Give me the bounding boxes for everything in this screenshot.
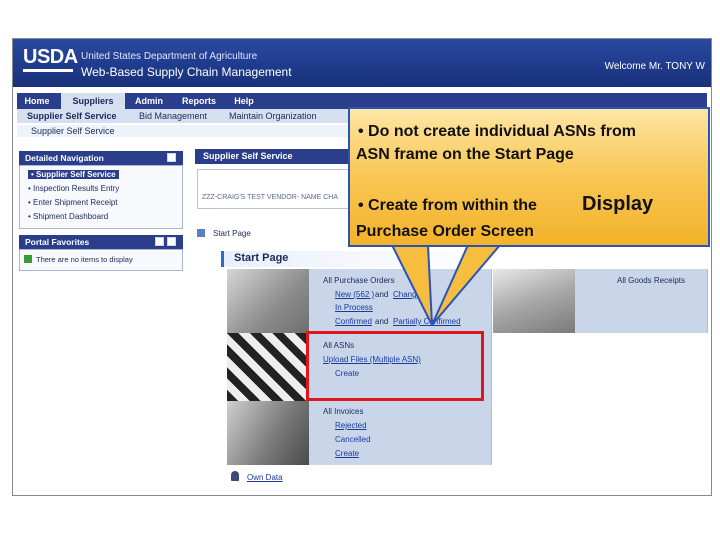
own-data-link[interactable]: Own Data — [247, 473, 283, 482]
and-text: and — [375, 317, 389, 326]
all-goods-receipts-link[interactable]: All Goods Receipts — [617, 276, 685, 285]
nav-item-label: Shipment Dashboard — [33, 212, 109, 221]
user-icon — [231, 471, 239, 481]
portal-favorites-title: Portal Favorites — [25, 237, 90, 247]
create-invoice-link[interactable]: Create — [335, 449, 359, 458]
callout-line-3b: Display — [582, 193, 654, 215]
left-panel: Detailed Navigation • Supplier Self Serv… — [19, 137, 183, 487]
in-process-link[interactable]: In Process — [335, 303, 373, 312]
nav-item-label: Inspection Results Entry — [33, 184, 120, 193]
department-name: United States Department of Agriculture — [81, 51, 258, 62]
confirmed-link[interactable]: Confirmed — [335, 317, 372, 326]
usda-logo-underline — [23, 69, 73, 72]
nav-item-enter-shipment-receipt[interactable]: • Enter Shipment Receipt — [28, 198, 118, 207]
asn-photo — [227, 333, 309, 401]
collapse-icon[interactable] — [167, 237, 176, 246]
changed-po-link[interactable]: Chang — [393, 290, 417, 299]
start-page-icon — [197, 229, 205, 237]
detailed-navigation-header: Detailed Navigation — [19, 151, 183, 165]
main-frame-title: Supplier Self Service — [203, 151, 293, 161]
rejected-link[interactable]: Rejected — [335, 421, 367, 430]
invoices-photo — [227, 401, 309, 465]
new-label: New — [335, 290, 352, 299]
page-title: Supplier Self Service — [31, 126, 115, 136]
portal-favorites-body: There are no items to display — [19, 249, 183, 271]
detailed-navigation-list: • Supplier Self Service • Inspection Res… — [19, 165, 183, 229]
subnav-bid-management[interactable]: Bid Management — [139, 109, 207, 123]
subnav-maintain-organization[interactable]: Maintain Organization — [229, 109, 317, 123]
tab-reports[interactable]: Reports — [173, 93, 225, 109]
detailed-navigation-title: Detailed Navigation — [25, 153, 104, 163]
welcome-text: Welcome Mr. TONY W — [604, 61, 705, 72]
start-page-title: Start Page — [234, 252, 289, 264]
all-invoices-link[interactable]: All Invoices — [323, 407, 363, 416]
nav-item-supplier-self-service[interactable]: • Supplier Self Service — [28, 170, 119, 179]
callout-line-1: • Do not create individual ASNs from — [358, 123, 636, 140]
cancelled-link[interactable]: Cancelled — [335, 435, 371, 444]
callout-line-2: ASN frame on the Start Page — [356, 146, 574, 163]
favorites-empty-text: There are no items to display — [36, 255, 133, 264]
all-purchase-orders-link[interactable]: All Purchase Orders — [323, 276, 395, 285]
asn-highlight-box — [306, 331, 484, 401]
usda-logo: USDA — [23, 46, 78, 68]
callout-box: • Do not create individual ASNs from ASN… — [348, 107, 710, 247]
nav-item-shipment-dashboard[interactable]: • Shipment Dashboard — [28, 212, 108, 221]
collapse-icon[interactable] — [167, 153, 176, 162]
breadcrumb[interactable]: Start Page — [213, 229, 251, 238]
tab-suppliers[interactable]: Suppliers — [61, 93, 125, 109]
tab-admin[interactable]: Admin — [127, 93, 171, 109]
tab-help[interactable]: Help — [227, 93, 261, 109]
new-count: (562 ) — [353, 290, 375, 299]
info-icon — [24, 255, 32, 263]
callout-line-4: Purchase Order Screen — [356, 223, 534, 240]
app-title: Web-Based Supply Chain Management — [81, 65, 292, 79]
app-header: USDA United States Department of Agricul… — [13, 39, 711, 87]
partially-confirmed-link[interactable]: Partially Confirmed — [393, 317, 461, 326]
nav-item-label: Enter Shipment Receipt — [33, 198, 118, 207]
options-icon[interactable] — [155, 237, 164, 246]
callout-line-3a: • Create from within the — [358, 197, 537, 214]
tab-home[interactable]: Home — [17, 93, 57, 109]
subnav-supplier-self-service[interactable]: Supplier Self Service — [27, 109, 117, 123]
goods-receipts-photo — [493, 269, 575, 333]
new-po-link[interactable]: New (562 ) — [335, 290, 374, 299]
start-page-title-bar: Start Page — [221, 251, 494, 267]
purchase-orders-photo — [227, 269, 309, 333]
vendor-name: ZZZ-CRAIG'S TEST VENDOR- NAME CHA — [202, 194, 339, 201]
nav-item-inspection-results[interactable]: • Inspection Results Entry — [28, 184, 119, 193]
portal-favorites-header: Portal Favorites — [19, 235, 183, 249]
and-text: and — [375, 290, 389, 299]
vendor-box: ZZZ-CRAIG'S TEST VENDOR- NAME CHA — [197, 169, 359, 209]
nav-item-label: Supplier Self Service — [36, 170, 116, 179]
